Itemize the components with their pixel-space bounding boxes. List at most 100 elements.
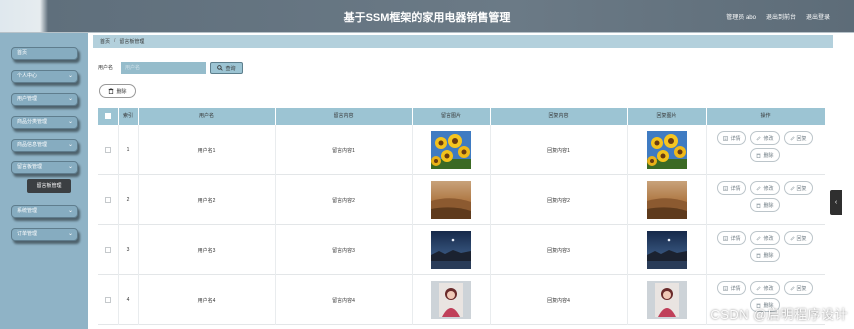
sidebar-item-label: 首页 — [17, 50, 28, 56]
sidebar-item-home[interactable]: 首页 — [11, 47, 78, 60]
row-content: 留言内容3 — [332, 247, 355, 254]
edit-button[interactable]: 修改 — [750, 131, 780, 145]
reply-label: 回复 — [796, 285, 807, 292]
search-icon — [217, 65, 224, 71]
row-reply: 回复内容2 — [547, 197, 570, 204]
portrait-image — [431, 281, 471, 319]
edit-icon — [757, 285, 762, 290]
delete-button[interactable]: 删除 — [750, 148, 780, 162]
delete-label: 删除 — [763, 252, 774, 259]
table-row: 1 用户名1 留言内容1 回复内容1 详情 修改 回复 删除 — [98, 125, 825, 175]
row-message-image — [412, 175, 490, 225]
row-message-image — [412, 225, 490, 275]
reply-button[interactable]: 回复 — [783, 181, 813, 195]
search-button-label: 查询 — [225, 65, 236, 72]
chevron-down-icon: ⌄ — [67, 96, 73, 102]
sidebar-item-label: 个人中心 — [17, 73, 38, 79]
chevron-left-icon[interactable]: ‹ — [830, 190, 842, 215]
row-actions: 详情 修改 回复删除 — [710, 181, 820, 212]
chevron-down-icon: ⌄ — [67, 208, 73, 214]
detail-icon — [723, 185, 729, 191]
sidebar-item-label: 商品信息管理 — [17, 142, 48, 148]
search-button[interactable]: 查询 — [210, 62, 243, 74]
edit-button[interactable]: 修改 — [750, 231, 780, 245]
edit-icon — [757, 185, 762, 190]
row-select-cell — [98, 275, 118, 325]
row-reply-image — [627, 175, 706, 225]
column-header-reply: 回复内容 — [548, 113, 569, 119]
edit-icon — [790, 235, 795, 240]
reply-label: 回复 — [796, 185, 807, 192]
reply-button[interactable]: 回复 — [783, 131, 813, 145]
column-header-content: 留言内容 — [333, 113, 354, 119]
row-username: 用户名3 — [197, 247, 216, 254]
detail-button[interactable]: 详情 — [717, 281, 747, 295]
sunflowers-image — [646, 131, 687, 169]
column-header-index: 索引 — [122, 113, 133, 119]
top-header: 基于SSM框架的家用电器销售管理 管理员 abo 退出到前台 退出登录 — [0, 0, 854, 33]
row-checkbox[interactable] — [105, 247, 111, 253]
row-select-cell — [98, 175, 118, 225]
row-index: 1 — [126, 147, 130, 153]
row-checkbox[interactable] — [105, 197, 111, 203]
sidebar-subitem-messages[interactable]: 留言板管理 — [27, 179, 71, 193]
row-username: 用户名2 — [197, 197, 216, 204]
search-input[interactable] — [121, 62, 206, 74]
table-row: 3 用户名3 留言内容3 回复内容3 详情 修改 回复 删除 — [98, 225, 825, 275]
sidebar-item-messages[interactable]: 留言板管理 ⌄ — [11, 161, 78, 174]
row-actions: 详情 修改 回复删除 — [710, 231, 820, 262]
night-lake-image — [431, 231, 471, 269]
breadcrumb-home[interactable]: 首页 — [100, 38, 110, 45]
row-message-image — [412, 125, 490, 175]
sidebar-item-users[interactable]: 用户管理 ⌄ — [11, 93, 78, 106]
row-select-cell — [98, 125, 118, 175]
row-actions: 详情 修改 回复 删除 — [710, 131, 820, 162]
row-username: 用户名1 — [197, 147, 216, 154]
admin-user-label: 管理员 abo — [726, 15, 756, 21]
sidebar-item-label: 用户管理 — [17, 96, 38, 102]
edit-icon — [790, 285, 795, 290]
column-header-username: 用户名 — [198, 113, 214, 119]
edit-label: 修改 — [763, 135, 774, 142]
sidebar-item-categories[interactable]: 商品分类管理 ⌄ — [11, 116, 78, 129]
edit-icon — [757, 235, 762, 240]
breadcrumb: 首页 / 留言板管理 — [100, 38, 144, 45]
back-to-front-link[interactable]: 退出到前台 — [766, 12, 796, 21]
detail-label: 详情 — [730, 185, 741, 192]
row-message-image — [412, 275, 490, 325]
sidebar-item-label: 订单管理 — [17, 231, 38, 237]
detail-button[interactable]: 详情 — [717, 131, 747, 145]
detail-label: 详情 — [730, 285, 741, 292]
edit-button[interactable]: 修改 — [750, 181, 780, 195]
bulk-delete-button[interactable]: 删除 — [99, 84, 136, 98]
sidebar-item-profile[interactable]: 个人中心 ⌄ — [11, 70, 78, 83]
column-header-reply-image: 回复图片 — [656, 113, 677, 119]
delete-button[interactable]: 删除 — [750, 198, 780, 212]
row-reply: 回复内容4 — [547, 297, 570, 304]
reply-button[interactable]: 回复 — [783, 231, 813, 245]
watermark: CSDN @启明程序设计 — [710, 307, 848, 322]
row-index: 3 — [126, 247, 130, 253]
chevron-down-icon: ⌄ — [67, 231, 73, 237]
trash-icon — [756, 203, 761, 208]
trash-icon — [109, 88, 114, 94]
sidebar-item-products[interactable]: 商品信息管理 ⌄ — [11, 139, 78, 152]
detail-icon — [723, 135, 729, 141]
detail-button[interactable]: 详情 — [717, 231, 747, 245]
sidebar-item-system[interactable]: 系统管理 ⌄ — [11, 205, 78, 218]
delete-button[interactable]: 删除 — [750, 248, 780, 262]
row-select-cell — [98, 225, 118, 275]
row-content: 留言内容4 — [332, 297, 355, 304]
row-reply-image — [627, 275, 706, 325]
logout-link[interactable]: 退出登录 — [806, 12, 830, 21]
chevron-down-icon: ⌄ — [67, 142, 73, 148]
reply-button[interactable]: 回复 — [783, 281, 813, 295]
sidebar-item-orders[interactable]: 订单管理 ⌄ — [11, 228, 78, 241]
row-checkbox[interactable] — [105, 297, 111, 303]
breadcrumb-current: 留言板管理 — [119, 39, 145, 45]
select-all-checkbox[interactable] — [105, 112, 111, 119]
table-header: 索引 用户名 留言内容 留言图片 回复内容 回复图片 操作 — [98, 108, 825, 125]
detail-button[interactable]: 详情 — [717, 181, 747, 195]
row-checkbox[interactable] — [105, 147, 111, 153]
edit-button[interactable]: 修改 — [750, 281, 780, 295]
